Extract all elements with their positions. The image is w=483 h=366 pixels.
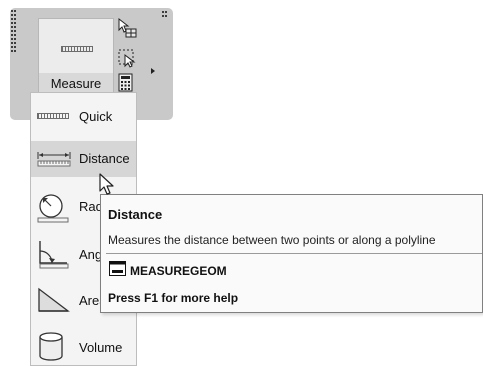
tooltip-title: Distance bbox=[108, 207, 163, 222]
menu-item-quick[interactable]: Quick bbox=[31, 99, 136, 135]
ruler-icon bbox=[37, 113, 69, 119]
panel-grip-left[interactable] bbox=[11, 10, 18, 54]
panel-grip-right[interactable] bbox=[162, 11, 169, 21]
calculator-icon[interactable] bbox=[118, 73, 133, 92]
menu-item-distance[interactable]: Distance bbox=[31, 141, 136, 177]
quick-select-icon[interactable] bbox=[117, 48, 137, 68]
tooltip-command: MEASUREGEOM bbox=[130, 264, 227, 278]
menu-item-volume[interactable]: Volume bbox=[31, 330, 136, 366]
measure-button-label[interactable]: Measure bbox=[39, 76, 113, 91]
tooltip-help: Press F1 for more help bbox=[108, 291, 239, 305]
distance-tooltip: Distance Measures the distance between t… bbox=[100, 194, 483, 313]
menu-item-label: Volume bbox=[79, 340, 123, 355]
select-similar-icon[interactable] bbox=[117, 17, 137, 39]
menu-item-label: Distance bbox=[79, 151, 130, 166]
volume-icon bbox=[39, 332, 63, 361]
tooltip-description: Measures the distance between two points… bbox=[108, 233, 436, 247]
command-line-icon bbox=[109, 261, 126, 276]
mouse-cursor-icon bbox=[99, 173, 114, 195]
ruler-icon bbox=[61, 46, 93, 52]
area-icon bbox=[38, 287, 70, 312]
distance-icon bbox=[37, 152, 71, 167]
measure-split-button[interactable]: Measure bbox=[38, 18, 114, 102]
tooltip-divider bbox=[106, 253, 482, 254]
menu-item-label: Quick bbox=[79, 109, 113, 124]
radius-icon bbox=[37, 194, 69, 223]
menu-item-label: Ang bbox=[79, 247, 103, 262]
measure-button-top[interactable] bbox=[39, 19, 113, 73]
angle-icon bbox=[39, 241, 69, 269]
expand-arrow-icon[interactable] bbox=[151, 68, 155, 74]
